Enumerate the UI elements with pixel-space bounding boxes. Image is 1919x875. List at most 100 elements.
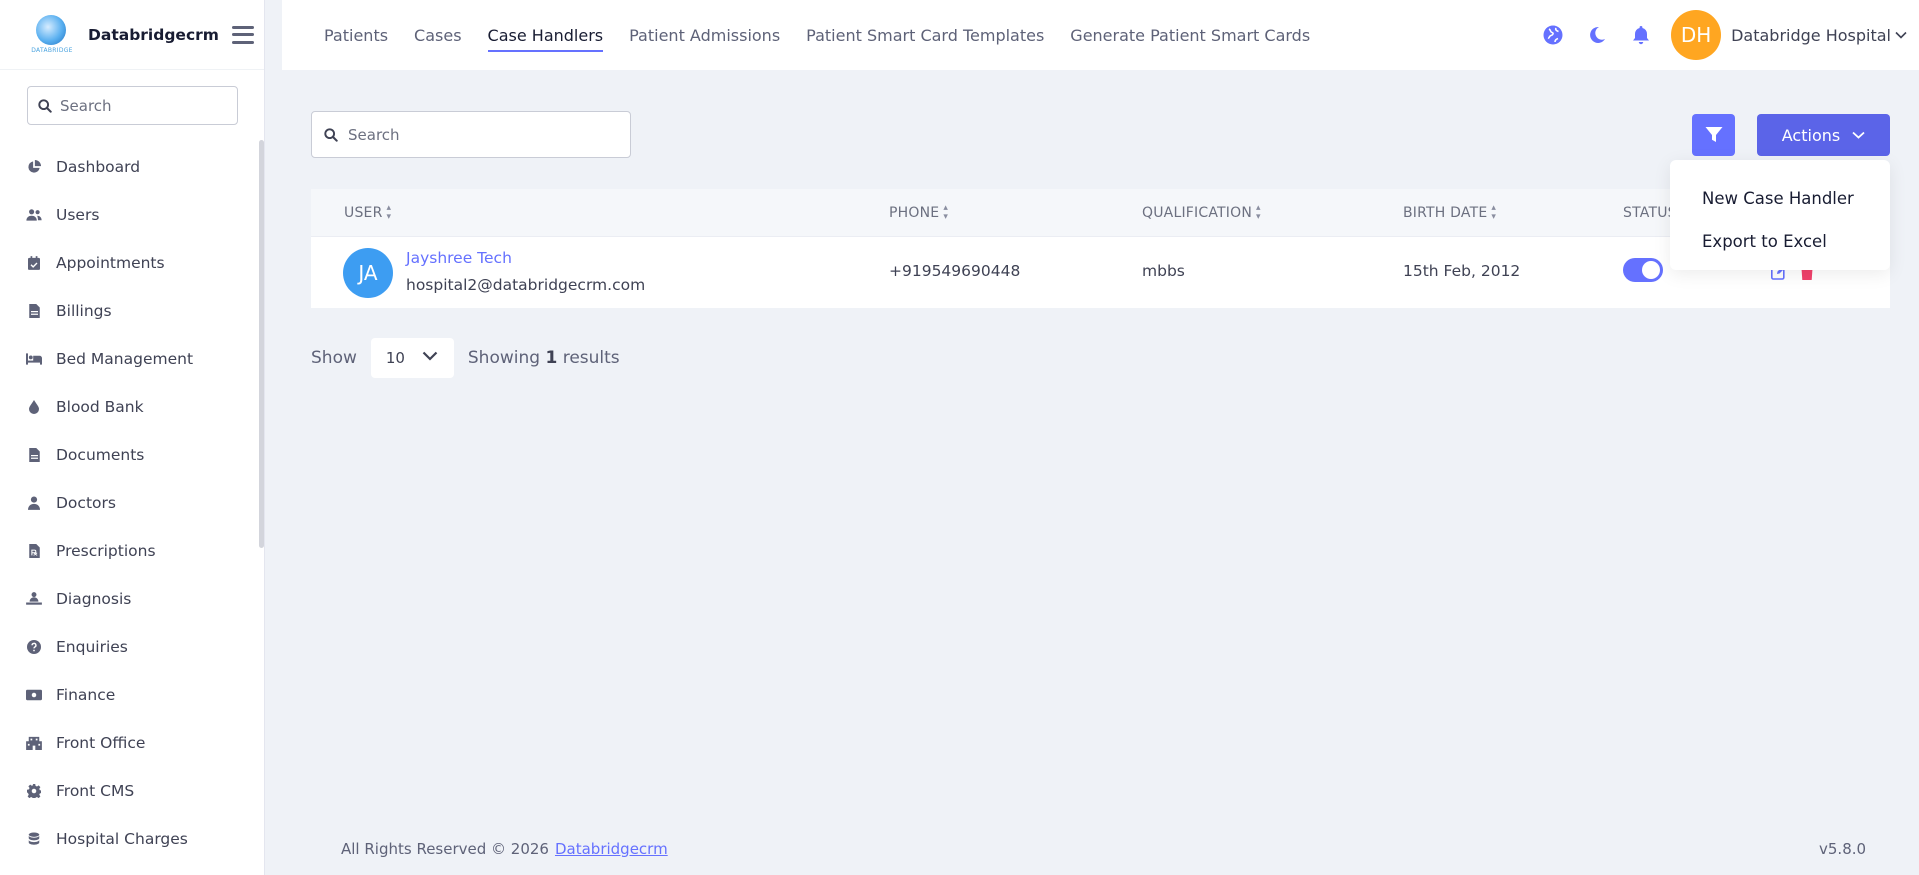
sidebar-item-billings[interactable]: Billings: [0, 287, 258, 335]
actions-button[interactable]: Actions: [1757, 114, 1890, 156]
sidebar-menu: Dashboard Users Appointments Billings Be…: [0, 143, 258, 863]
sidebar-search-input[interactable]: [60, 96, 230, 115]
phone-cell: +919549690448: [889, 262, 1021, 280]
sidebar-item-hospital-charges[interactable]: Hospital Charges: [0, 815, 258, 863]
new-case-handler-item[interactable]: New Case Handler: [1670, 177, 1890, 220]
show-label: Show: [311, 348, 357, 368]
question-circle-icon: [26, 639, 42, 655]
footer-link[interactable]: Databridgecrm: [555, 840, 668, 858]
sidebar-item-label: Documents: [56, 446, 145, 464]
chevron-down-icon: [422, 351, 438, 361]
pagination-bar: Show 10 Showing 1 results: [311, 338, 620, 378]
bed-icon: [26, 351, 42, 367]
brand-logo[interactable]: DATABRIDGE: [26, 13, 78, 57]
main-search: [311, 111, 631, 158]
sidebar-item-label: Blood Bank: [56, 398, 144, 416]
app-version: v5.8.0: [1819, 840, 1867, 858]
sidebar-item-label: Enquiries: [56, 638, 128, 656]
tab-patient-smart-card-templates[interactable]: Patient Smart Card Templates: [806, 0, 1044, 70]
users-icon: [26, 207, 42, 223]
brand: DATABRIDGE Databridgecrm: [0, 0, 264, 70]
per-page-value: 10: [385, 349, 405, 367]
column-qualification[interactable]: QUALIFICATION ▴ ▾: [1142, 202, 1261, 222]
hamburger-menu-icon[interactable]: [231, 25, 254, 44]
chevron-down-icon: [1895, 31, 1907, 39]
sidebar-item-blood-bank[interactable]: Blood Bank: [0, 383, 258, 431]
sidebar-item-label: Prescriptions: [56, 542, 156, 560]
building-icon: [26, 735, 42, 751]
actions-label: Actions: [1781, 125, 1841, 145]
file-icon: [26, 447, 42, 463]
birth-date-cell: 15th Feb, 2012: [1403, 262, 1521, 280]
sort-icon: ▴ ▾: [1256, 202, 1261, 222]
chart-pie-icon: [26, 159, 42, 175]
column-phone[interactable]: PHONE ▴ ▾: [889, 202, 949, 222]
sidebar-item-enquiries[interactable]: Enquiries: [0, 623, 258, 671]
main-search-input[interactable]: [348, 125, 608, 144]
status-toggle[interactable]: [1623, 258, 1663, 282]
moon-icon[interactable]: [1585, 23, 1609, 47]
brand-name: Databridgecrm: [88, 25, 219, 44]
person-diagnosis-icon: [26, 591, 42, 607]
coins-icon: [26, 831, 42, 847]
sidebar-item-front-office[interactable]: Front Office: [0, 719, 258, 767]
sidebar-item-front-cms[interactable]: Front CMS: [0, 767, 258, 815]
tab-case-handlers[interactable]: Case Handlers: [487, 0, 603, 70]
sidebar-item-documents[interactable]: Documents: [0, 431, 258, 479]
tab-patient-admissions[interactable]: Patient Admissions: [629, 0, 780, 70]
chevron-down-icon: [1852, 131, 1865, 139]
column-user[interactable]: USER ▴ ▾: [344, 202, 392, 222]
sidebar-item-label: Diagnosis: [56, 590, 132, 608]
bell-icon[interactable]: [1629, 23, 1653, 47]
logo-caption: DATABRIDGE: [31, 46, 73, 54]
column-birth-date[interactable]: BIRTH DATE ▴ ▾: [1403, 203, 1496, 222]
sort-icon: ▴ ▾: [943, 202, 949, 222]
sidebar-item-label: Front Office: [56, 734, 146, 752]
table-row: JA Jayshree Tech hospital2@databridgecrm…: [311, 237, 1890, 308]
sidebar-item-prescriptions[interactable]: Prescriptions: [0, 527, 258, 575]
search-icon: [38, 98, 52, 113]
sidebar-item-label: Appointments: [56, 254, 165, 272]
user-avatar[interactable]: DH: [1671, 10, 1722, 60]
actions-dropdown: New Case Handler Export to Excel: [1670, 160, 1890, 270]
column-status[interactable]: STATUS: [1623, 205, 1677, 221]
sidebar-item-doctors[interactable]: Doctors: [0, 479, 258, 527]
sidebar-item-label: Billings: [56, 302, 112, 320]
sidebar-item-label: Users: [56, 206, 100, 224]
table-header: USER ▴ ▾ PHONE ▴ ▾ QUALIFICATION ▴ ▾ BIRTH DAT…: [311, 189, 1890, 237]
sort-icon: ▴ ▾: [386, 202, 392, 222]
sidebar-item-label: Doctors: [56, 494, 116, 512]
sidebar-scrollbar[interactable]: [259, 140, 264, 548]
sidebar-item-bed-management[interactable]: Bed Management: [0, 335, 258, 383]
footer: All Rights Reserved © 2026 Databridgecrm: [341, 840, 668, 858]
sidebar-item-label: Finance: [56, 686, 116, 704]
globe-logo-icon: [36, 14, 66, 45]
user-name: Databridge Hospital: [1731, 25, 1891, 45]
sidebar-item-dashboard[interactable]: Dashboard: [0, 143, 258, 191]
sidebar-item-label: Bed Management: [56, 350, 194, 368]
sidebar-item-finance[interactable]: Finance: [0, 671, 258, 719]
calendar-check-icon: [26, 255, 42, 271]
user-menu[interactable]: Databridge Hospital: [1731, 26, 1907, 45]
tab-patients[interactable]: Patients: [324, 0, 388, 70]
tab-cases[interactable]: Cases: [414, 0, 462, 70]
top-bar: Patients Cases Case Handlers Patient Adm…: [282, 0, 1919, 70]
globe-icon[interactable]: [1541, 23, 1565, 47]
sidebar-search: [27, 86, 238, 125]
top-right-controls: DH Databridge Hospital: [1541, 0, 1907, 70]
sidebar: DATABRIDGE Databridgecrm Dashboard Users…: [0, 0, 265, 875]
file-invoice-icon: [26, 303, 42, 319]
sidebar-item-users[interactable]: Users: [0, 191, 258, 239]
sidebar-item-label: Dashboard: [56, 158, 141, 176]
export-to-excel-item[interactable]: Export to Excel: [1670, 220, 1890, 263]
user-name-link[interactable]: Jayshree Tech: [406, 249, 512, 267]
money-bill-icon: [26, 687, 42, 703]
per-page-select[interactable]: 10: [370, 338, 454, 378]
tab-generate-patient-smart-cards[interactable]: Generate Patient Smart Cards: [1070, 0, 1310, 70]
sidebar-item-diagnosis[interactable]: Diagnosis: [0, 575, 258, 623]
footer-rights: All Rights Reserved © 2026: [341, 840, 549, 858]
sidebar-item-appointments[interactable]: Appointments: [0, 239, 258, 287]
case-handlers-table: USER ▴ ▾ PHONE ▴ ▾ QUALIFICATION ▴ ▾ BIRTH DAT…: [311, 189, 1890, 308]
filter-button[interactable]: [1692, 114, 1735, 156]
top-tabs: Patients Cases Case Handlers Patient Adm…: [324, 0, 1336, 70]
